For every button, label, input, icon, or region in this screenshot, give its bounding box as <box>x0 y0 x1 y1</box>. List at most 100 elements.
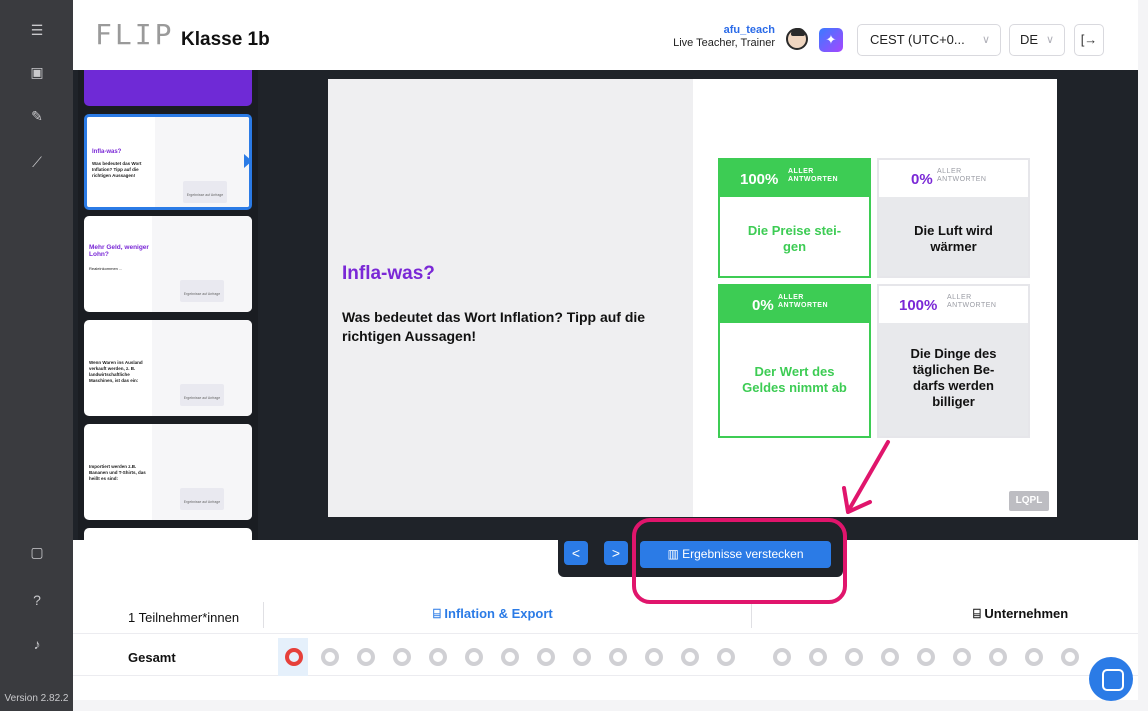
answer-text: Die Dinge des täglichen Be-darfs werden … <box>910 346 997 409</box>
user-role: Live Teacher, Trainer <box>673 37 775 49</box>
tools-icon[interactable]: ✎ <box>18 104 56 128</box>
progress-dot[interactable] <box>773 648 791 666</box>
slide-thumbnail[interactable]: Wenn Waren ins Ausland verkauft werden, … <box>84 320 252 416</box>
slide-thumbnail-list[interactable]: Infla-was? Was bedeutet das Wort Inflati… <box>78 70 258 540</box>
notification-icon[interactable]: ♪ <box>18 632 56 656</box>
answer-percent: 100% <box>740 171 779 188</box>
avatar[interactable] <box>786 28 808 50</box>
progress-dot-current[interactable] <box>285 648 303 666</box>
answer-percent-label: ANTWORTEN <box>947 302 997 309</box>
answer-text: Die Luft wird wärmer <box>914 223 993 254</box>
user-info[interactable]: afu_teach Live Teacher, Trainer <box>673 24 775 49</box>
chat-icon[interactable] <box>1089 657 1133 701</box>
thumbnail-body: Wenn Waren ins Ausland verkauft werden, … <box>89 360 143 383</box>
answer-percent-label: ALLER <box>778 294 804 301</box>
page-title: Klasse 1b <box>181 29 270 50</box>
logout-button[interactable]: [→ <box>1074 24 1104 56</box>
answer-text: Die Preise stei-gen <box>747 223 842 254</box>
tab-company-label: Unternehmen <box>984 606 1069 621</box>
flip-logo[interactable]: FLIP <box>95 18 174 51</box>
progress-dot[interactable] <box>609 648 627 666</box>
progress-dot[interactable] <box>881 648 899 666</box>
progress-dot[interactable] <box>321 648 339 666</box>
answer-percent-label: ALLER <box>947 294 972 301</box>
progress-dot[interactable] <box>645 648 663 666</box>
chart-icon[interactable]: ⟋ <box>18 150 56 174</box>
progress-dot[interactable] <box>537 648 555 666</box>
progress-dot[interactable] <box>681 648 699 666</box>
language-value: DE <box>1020 32 1039 47</box>
slide-thumbnail[interactable] <box>84 70 252 106</box>
thumbnail-title: Infla-was? <box>92 149 122 155</box>
annotation-arrow-icon <box>842 440 890 514</box>
chevron-down-icon: ∨ <box>981 34 990 46</box>
document-icon[interactable]: ▢ <box>18 540 56 564</box>
slide-thumbnail[interactable] <box>84 528 252 540</box>
progress-row: Gesamt <box>73 638 1138 676</box>
slide-thumbnail-active[interactable]: Infla-was? Was bedeutet das Wort Inflati… <box>84 114 252 210</box>
progress-dot[interactable] <box>1061 648 1079 666</box>
thumbnail-title: Mehr Geld, weniger Lohn? <box>89 244 149 258</box>
answer-card: 0% ALLER ANTWORTEN Die Luft wird wärmer <box>877 158 1030 278</box>
progress-dot[interactable] <box>717 648 735 666</box>
tab-inflation-export[interactable]: ⌸ Inflation & Export <box>433 606 553 622</box>
slide-thumbnail[interactable]: Mehr Geld, weniger Lohn? Realeinkommen .… <box>84 216 252 312</box>
progress-dot[interactable] <box>917 648 935 666</box>
thumbnail-body: Importiert werden z.B. Bananen und T-Shi… <box>89 464 146 481</box>
chevron-down-icon: ∨ <box>1045 34 1054 46</box>
presentation-icon: ⌸ <box>973 606 985 621</box>
thumbnail-mini-button: Ergebnisse auf Anfrage <box>180 280 224 302</box>
thumbnail-mini-button: Ergebnisse auf Anfrage <box>180 488 224 510</box>
progress-dot[interactable] <box>465 648 483 666</box>
progress-dot[interactable] <box>809 648 827 666</box>
answer-text: Der Wert des Geldes nimmt ab <box>742 364 847 395</box>
answer-percent-label: ANTWORTEN <box>778 302 828 309</box>
version-label: Version 2.82.2 <box>4 693 69 704</box>
next-slide-button[interactable]: > <box>604 541 628 565</box>
slide-preview: Infla-was? Was bedeutet das Wort Inflati… <box>328 79 1057 517</box>
thumbnail-body: Was bedeutet das Wort Inflation? Tipp au… <box>92 161 142 178</box>
presentation-icon[interactable]: ▣ <box>18 60 56 84</box>
main-panel: FLIP Klasse 1b afu_teach Live Teacher, T… <box>73 0 1138 700</box>
progress-dot[interactable] <box>501 648 519 666</box>
progress-dot[interactable] <box>573 648 591 666</box>
progress-dot[interactable] <box>429 648 447 666</box>
active-thumbnail-pointer <box>244 154 252 168</box>
thumbnail-body: Realeinkommen ... <box>89 266 123 271</box>
answer-card: 0% ALLER ANTWORTEN Der Wert des Geldes ni… <box>718 284 871 438</box>
participant-count: 1 Teilnehmer*innen <box>128 610 240 625</box>
prev-slide-button[interactable]: < <box>564 541 588 565</box>
slide-question: Was bedeutet das Wort Inflation? Tipp au… <box>342 309 646 344</box>
slide-thumbnail[interactable]: Importiert werden z.B. Bananen und T-Shi… <box>84 424 252 520</box>
progress-dot[interactable] <box>357 648 375 666</box>
answer-percent: 0% <box>752 297 774 314</box>
help-icon[interactable]: ? <box>18 588 56 612</box>
language-select[interactable]: DE ∨ <box>1009 24 1065 56</box>
watermark-logo: LQPL <box>1009 491 1049 511</box>
timezone-value: CEST (UTC+0... <box>870 32 965 47</box>
answer-percent-label: ANTWORTEN <box>788 176 838 183</box>
progress-dot[interactable] <box>845 648 863 666</box>
user-name[interactable]: afu_teach <box>673 24 775 36</box>
logout-icon: [→ <box>1080 32 1098 47</box>
timezone-select[interactable]: CEST (UTC+0... ∨ <box>857 24 1001 56</box>
menu-icon[interactable]: ☰ <box>18 18 56 42</box>
ai-sparkle-icon[interactable]: ✦ <box>819 28 843 52</box>
presentation-icon: ⌸ <box>433 606 445 621</box>
tab-unternehmen[interactable]: ⌸ Unternehmen <box>973 606 1068 622</box>
annotation-highlight <box>632 518 847 604</box>
answer-card: 100% ALLER ANTWORTEN Die Dinge des täglic… <box>877 284 1030 438</box>
row-label: Gesamt <box>128 650 176 665</box>
progress-dot[interactable] <box>1025 648 1043 666</box>
progress-dot[interactable] <box>953 648 971 666</box>
progress-dot[interactable] <box>393 648 411 666</box>
header: FLIP Klasse 1b afu_teach Live Teacher, T… <box>73 0 1138 70</box>
answer-percent: 100% <box>899 297 938 314</box>
thumbnail-mini-button: Ergebnisse auf Anfrage <box>180 384 224 406</box>
answer-percent-label: ALLER <box>937 168 962 175</box>
answer-percent-label: ALLER <box>788 168 814 175</box>
progress-dot[interactable] <box>989 648 1007 666</box>
answer-percent-label: ANTWORTEN <box>937 176 987 183</box>
progress-header-row: 1 Teilnehmer*innen ⌸ Inflation & Export … <box>73 596 1138 634</box>
slide-title: Infla-was? <box>342 263 435 284</box>
